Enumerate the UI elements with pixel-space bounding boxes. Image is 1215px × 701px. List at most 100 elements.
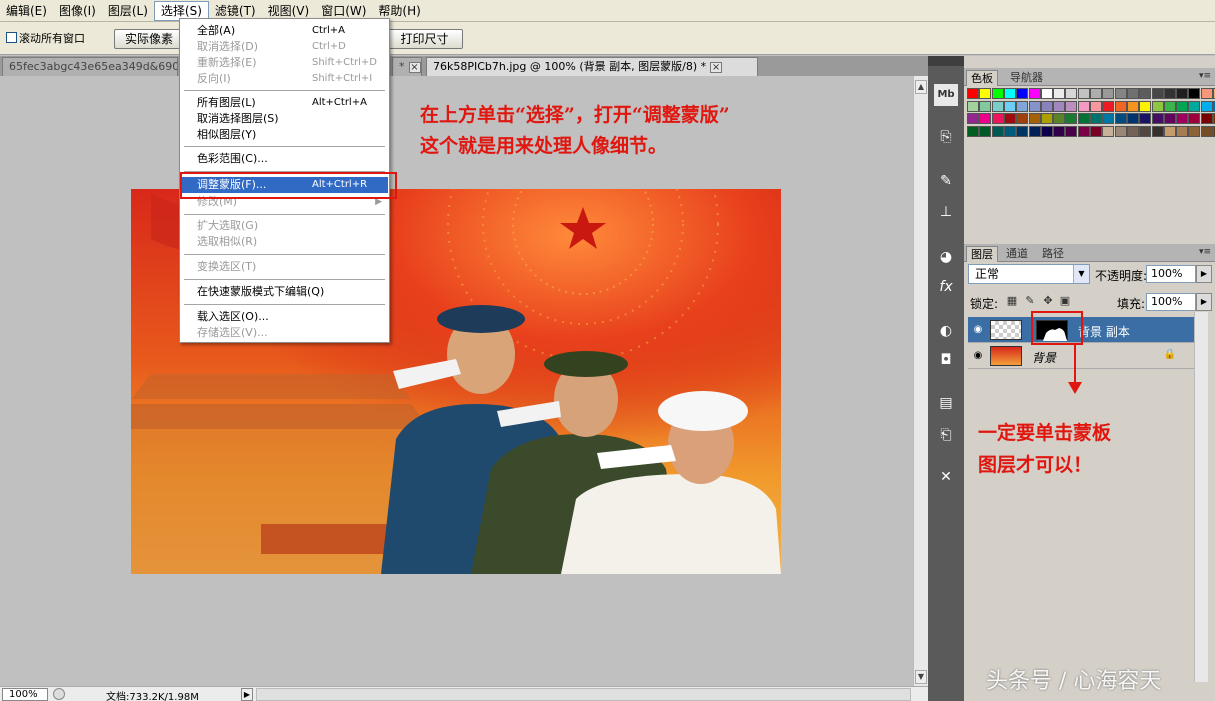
color-swatch[interactable] xyxy=(967,125,979,137)
color-swatch[interactable] xyxy=(1139,100,1152,112)
tab-paths[interactable]: 路径 xyxy=(1038,246,1068,262)
color-swatch[interactable] xyxy=(1090,100,1102,112)
color-swatch[interactable] xyxy=(1139,88,1152,99)
color-swatch[interactable] xyxy=(1163,100,1176,112)
color-swatch[interactable] xyxy=(1077,113,1090,124)
clone-source-icon[interactable]: ⊥ xyxy=(934,201,958,223)
layer-name[interactable]: 背景 副本 xyxy=(1078,323,1130,340)
menu-item-load-selection[interactable]: 载入选区(O)... xyxy=(181,309,388,325)
lock-position-icon[interactable]: ✥ xyxy=(1042,295,1054,307)
color-swatch[interactable] xyxy=(1053,100,1066,112)
tab-document-1-tail[interactable]: * × xyxy=(392,57,422,76)
color-swatch[interactable] xyxy=(1065,100,1078,112)
color-swatch[interactable] xyxy=(1163,125,1176,137)
color-swatch[interactable] xyxy=(1200,113,1213,124)
menu-edit[interactable]: 编辑(E) xyxy=(0,1,53,21)
close-icon[interactable]: × xyxy=(710,62,723,73)
color-swatch[interactable] xyxy=(1090,88,1102,99)
menu-item-all-layers[interactable]: 所有图层(L) Alt+Ctrl+A xyxy=(181,95,388,111)
color-swatch[interactable] xyxy=(1090,113,1102,124)
menu-item-deselect[interactable]: 取消选择(D) Ctrl+D xyxy=(181,39,388,55)
color-swatch[interactable] xyxy=(1053,113,1066,124)
scroll-all-checkbox[interactable] xyxy=(6,32,17,43)
color-swatch[interactable] xyxy=(1163,88,1176,99)
lock-all-icon[interactable]: ▣ xyxy=(1059,295,1071,307)
panel-menu-icon[interactable]: ▾≡ xyxy=(1199,71,1211,81)
color-swatch[interactable] xyxy=(1188,100,1201,112)
color-swatch[interactable] xyxy=(1028,113,1041,124)
menu-item-reselect[interactable]: 重新选择(E) Shift+Ctrl+D xyxy=(181,55,388,71)
menu-item-similar[interactable]: 选取相似(R) xyxy=(181,234,388,250)
scroll-up-icon[interactable]: ▲ xyxy=(915,80,927,94)
tab-layers[interactable]: 图层 xyxy=(966,246,998,262)
menu-item-deselect-layers[interactable]: 取消选择图层(S) xyxy=(181,111,388,127)
color-swatch[interactable] xyxy=(1003,113,1016,124)
color-swatch[interactable] xyxy=(967,113,979,124)
color-swatch[interactable] xyxy=(1040,100,1053,112)
panel-menu-icon[interactable]: ▾≡ xyxy=(1199,247,1211,257)
color-swatch[interactable] xyxy=(991,100,1004,112)
tab-navigator[interactable]: 导航器 xyxy=(1006,70,1047,86)
color-swatch[interactable] xyxy=(1176,125,1189,137)
color-swatch[interactable] xyxy=(979,113,992,124)
color-swatch[interactable] xyxy=(1077,125,1090,137)
color-swatch[interactable] xyxy=(967,88,979,99)
menu-item-save-selection[interactable]: 存储选区(V)... xyxy=(181,325,388,341)
color-swatch[interactable] xyxy=(1053,125,1066,137)
lock-pixels-icon[interactable]: ✎ xyxy=(1024,295,1036,307)
color-swatch[interactable] xyxy=(1151,100,1164,112)
fill-arrow-icon[interactable]: ▶ xyxy=(1196,293,1212,311)
color-swatch[interactable] xyxy=(979,100,992,112)
color-swatch[interactable] xyxy=(1200,88,1213,99)
blend-mode-select[interactable]: 正常 ▼ xyxy=(968,264,1090,284)
status-info-icon[interactable] xyxy=(53,688,65,700)
color-swatch[interactable] xyxy=(967,100,979,112)
color-swatch[interactable] xyxy=(1053,88,1066,99)
history-icon[interactable]: ⎘ xyxy=(934,126,958,148)
menu-item-transform-selection[interactable]: 变换选区(T) xyxy=(181,259,388,275)
color-swatch[interactable] xyxy=(1040,113,1053,124)
color-swatch[interactable] xyxy=(1028,100,1041,112)
color-swatch[interactable] xyxy=(1003,125,1016,137)
color-swatch[interactable] xyxy=(1200,100,1213,112)
scroll-down-icon[interactable]: ▼ xyxy=(915,670,927,684)
menu-item-all[interactable]: 全部(A) Ctrl+A xyxy=(181,23,388,39)
color-swatch[interactable] xyxy=(1114,100,1127,112)
clipboard-icon[interactable]: ⎗ xyxy=(934,424,958,446)
color-swatch[interactable] xyxy=(1003,100,1016,112)
tab-document-2[interactable]: 76k58PICb7h.jpg @ 100% (背景 副本, 图层蒙版/8) *… xyxy=(426,57,758,76)
menu-item-inverse[interactable]: 反向(I) Shift+Ctrl+I xyxy=(181,71,388,87)
eye-icon[interactable]: ◉ xyxy=(971,324,985,336)
color-swatch[interactable] xyxy=(1090,125,1102,137)
zoom-field[interactable]: 100% xyxy=(2,688,48,701)
color-swatch[interactable] xyxy=(1065,88,1078,99)
color-swatch[interactable] xyxy=(991,125,1004,137)
canvas-vertical-scrollbar[interactable]: ▲ ▼ xyxy=(913,76,928,686)
color-swatch[interactable] xyxy=(1016,113,1029,124)
color-swatch[interactable] xyxy=(1151,125,1164,137)
palette-icon[interactable]: ◕ xyxy=(934,246,958,268)
menu-item-grow[interactable]: 扩大选取(G) xyxy=(181,218,388,234)
brush-icon[interactable]: ✎ xyxy=(934,170,958,192)
color-swatch[interactable] xyxy=(1200,125,1213,137)
fx-icon[interactable]: fx xyxy=(934,276,958,298)
color-swatch[interactable] xyxy=(1188,88,1201,99)
menu-image[interactable]: 图像(I) xyxy=(53,1,102,21)
color-swatch[interactable] xyxy=(1139,113,1152,124)
color-swatch[interactable] xyxy=(1016,88,1029,99)
color-swatch[interactable] xyxy=(1126,88,1139,99)
mini-bridge-icon[interactable]: Mb xyxy=(934,84,958,106)
color-swatch[interactable] xyxy=(1176,88,1189,99)
color-swatch[interactable] xyxy=(1114,88,1127,99)
color-swatch[interactable] xyxy=(991,88,1004,99)
canvas-horizontal-scrollbar[interactable] xyxy=(256,688,911,701)
color-swatch[interactable] xyxy=(979,88,992,99)
color-swatch[interactable] xyxy=(1126,125,1139,137)
menu-item-quick-mask[interactable]: 在快速蒙版模式下编辑(Q) xyxy=(181,284,388,300)
close-icon[interactable]: × xyxy=(408,62,421,73)
layer-name[interactable]: 背景 xyxy=(1032,349,1056,366)
color-swatch[interactable] xyxy=(1102,113,1115,124)
print-size-button[interactable]: 打印尺寸 xyxy=(386,29,463,49)
color-swatch[interactable] xyxy=(1077,88,1090,99)
color-swatch[interactable] xyxy=(979,125,992,137)
